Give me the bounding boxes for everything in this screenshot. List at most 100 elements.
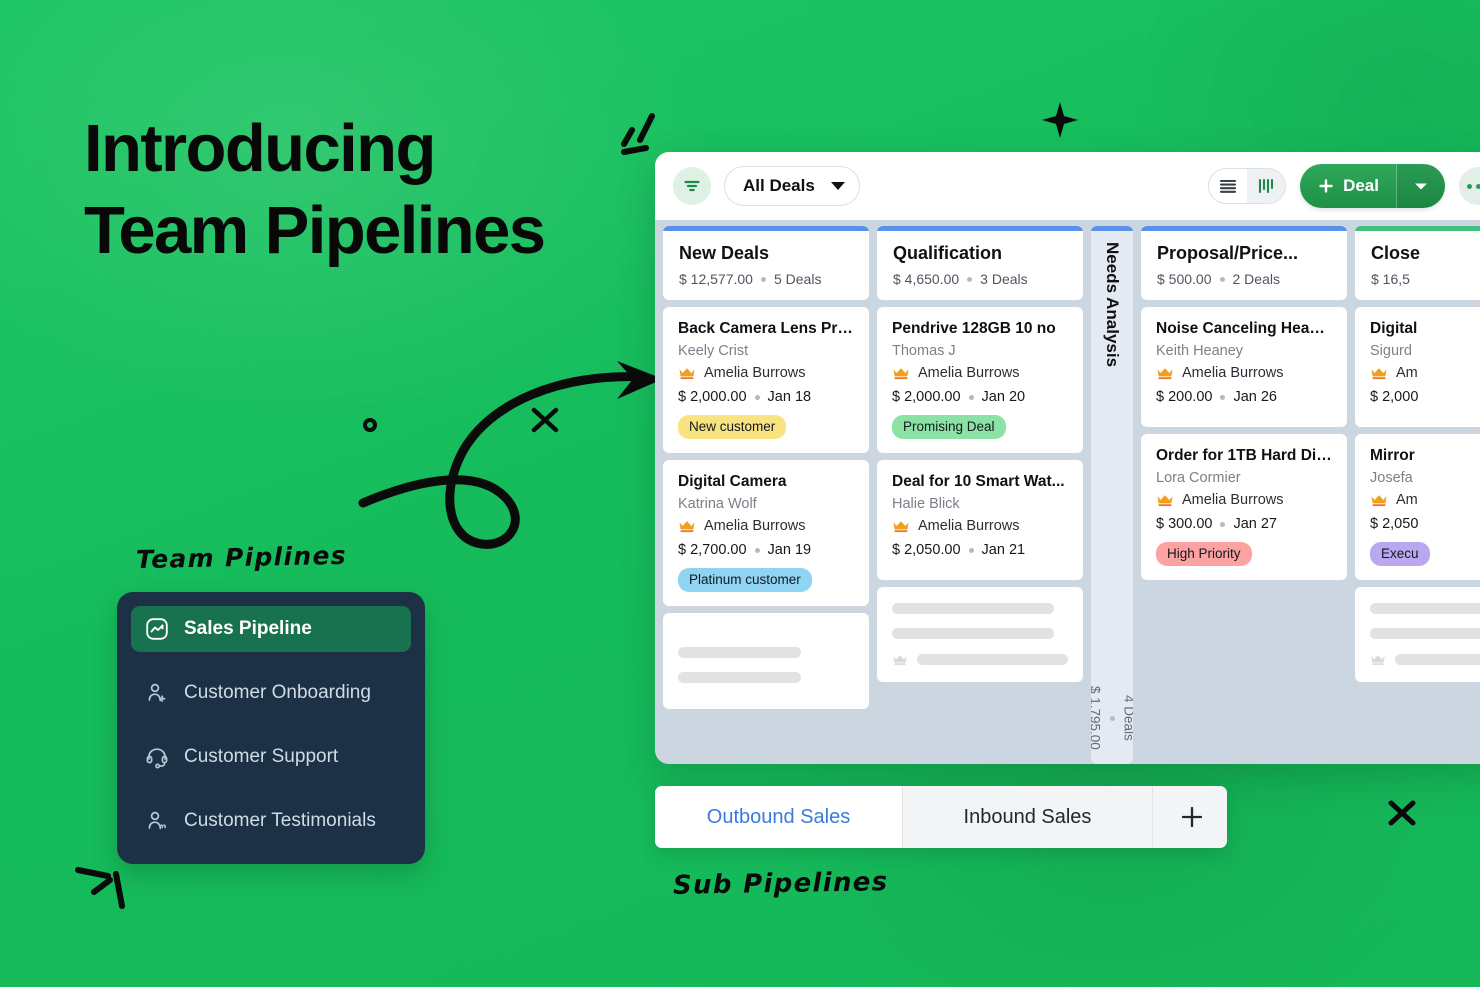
column-amount: $ 12,577.00 <box>679 271 753 287</box>
column-header[interactable]: New Deals $ 12,577.00 5 Deals <box>663 226 869 300</box>
user-quote-icon <box>144 808 170 834</box>
team-pipelines-sidebar: Sales Pipeline Customer Onboarding Custo… <box>117 592 425 864</box>
deal-amount-row: $ 2,700.00 Jan 19 <box>678 542 854 558</box>
annotation-team-pipelines: Team Piplines <box>136 541 347 574</box>
deal-card[interactable]: Digital Sigurd Am $ 2,000 <box>1355 307 1480 427</box>
separator-dot <box>761 277 766 282</box>
tab-label: Outbound Sales <box>707 806 850 829</box>
toolbar-actions: Deal <box>1208 164 1480 208</box>
deal-owner: Amelia Burrows <box>892 518 1068 534</box>
add-deal-main[interactable]: Deal <box>1300 164 1396 208</box>
deal-card-placeholder <box>663 613 869 709</box>
separator-dot <box>1220 277 1225 282</box>
skeleton-line <box>917 654 1068 665</box>
column-title: Proposal/Price... <box>1157 243 1331 264</box>
board-toolbar: All Deals <box>655 152 1480 220</box>
kanban-view-icon <box>1257 178 1275 194</box>
add-deal-button[interactable]: Deal <box>1300 164 1445 208</box>
column-cards: Back Camera Lens Pro... Keely Crist Amel… <box>663 307 869 709</box>
skeleton-line <box>678 647 801 658</box>
deal-card[interactable]: Back Camera Lens Pro... Keely Crist Amel… <box>663 307 869 453</box>
deal-contact: Keith Heaney <box>1156 343 1332 359</box>
add-sub-pipeline-button[interactable] <box>1153 786 1227 848</box>
crown-icon <box>1156 493 1174 507</box>
tab-inbound-sales[interactable]: Inbound Sales <box>903 786 1153 848</box>
deal-owner: Amelia Burrows <box>1156 365 1332 381</box>
tab-outbound-sales[interactable]: Outbound Sales <box>655 786 903 848</box>
view-mode-toggle[interactable] <box>1208 168 1286 204</box>
deal-card[interactable]: Pendrive 128GB 10 no Thomas J Amelia Bur… <box>877 307 1083 453</box>
column-header[interactable]: Qualification $ 4,650.00 3 Deals <box>877 226 1083 300</box>
deal-owner: Am <box>1370 365 1480 381</box>
deal-owner-name: Amelia Burrows <box>704 518 806 534</box>
deal-amount-row: $ 2,000 <box>1370 389 1480 405</box>
board-column-needs-analysis-collapsed[interactable]: Needs Analysis $ 1,795.00 4 Deals <box>1091 226 1133 764</box>
deal-owner: Amelia Burrows <box>678 365 854 381</box>
ellipsis-icon <box>1467 184 1480 189</box>
separator-dot <box>969 395 974 400</box>
skeleton-line <box>892 628 1054 639</box>
deal-owner: Amelia Burrows <box>1156 492 1332 508</box>
sub-pipelines-tabbar: Outbound Sales Inbound Sales <box>655 786 1227 848</box>
deal-owner-name: Amelia Burrows <box>1182 492 1284 508</box>
column-title: Close <box>1371 243 1480 264</box>
sidebar-item-customer-testimonials[interactable]: Customer Testimonials <box>131 798 411 844</box>
deal-amount: $ 300.00 <box>1156 516 1212 532</box>
kanban-view-button[interactable] <box>1247 169 1285 203</box>
column-summary: $ 12,577.00 5 Deals <box>679 271 853 287</box>
headline-line-1: Introducing <box>84 111 435 186</box>
sidebar-item-sales-pipeline[interactable]: Sales Pipeline <box>131 606 411 652</box>
deal-owner: Am <box>1370 492 1480 508</box>
more-options-button[interactable] <box>1459 167 1480 205</box>
deal-owner-name: Amelia Burrows <box>704 365 806 381</box>
skeleton-row <box>892 653 1068 666</box>
add-deal-dropdown-button[interactable] <box>1397 164 1445 208</box>
column-header[interactable]: Proposal/Price... $ 500.00 2 Deals <box>1141 226 1347 300</box>
deal-title: Order for 1TB Hard Disk <box>1156 447 1332 465</box>
deal-contact: Katrina Wolf <box>678 496 854 512</box>
separator-dot <box>1110 716 1115 721</box>
doodle-cross-bottom-right <box>1382 792 1422 834</box>
deal-card[interactable]: Mirror Josefa Am $ 2,050 Execu <box>1355 434 1480 580</box>
deal-contact: Sigurd <box>1370 343 1480 359</box>
deal-amount: $ 2,000.00 <box>892 389 961 405</box>
crown-icon <box>892 519 910 533</box>
sidebar-item-customer-support[interactable]: Customer Support <box>131 734 411 780</box>
list-view-button[interactable] <box>1209 169 1247 203</box>
kanban-board[interactable]: New Deals $ 12,577.00 5 Deals Back Camer… <box>655 220 1480 764</box>
deal-amount-row: $ 2,000.00 Jan 18 <box>678 389 854 405</box>
deal-amount: $ 2,050 <box>1370 516 1418 532</box>
page-title: Introducing Team Pipelines <box>84 108 544 271</box>
tab-label: Inbound Sales <box>964 806 1092 829</box>
deal-card[interactable]: Digital Camera Katrina Wolf Amelia Burro… <box>663 460 869 606</box>
deal-card[interactable]: Noise Canceling Headp... Keith Heaney Am… <box>1141 307 1347 427</box>
chevron-down-icon <box>1414 182 1428 191</box>
crown-icon <box>678 519 696 533</box>
deal-title: Digital Camera <box>678 473 854 491</box>
deal-owner-name: Am <box>1396 492 1418 508</box>
sidebar-item-customer-onboarding[interactable]: Customer Onboarding <box>131 670 411 716</box>
doodle-spark-bottom-left <box>70 858 140 918</box>
crown-icon <box>1370 493 1388 507</box>
deal-title: Mirror <box>1370 447 1480 465</box>
deal-card[interactable]: Order for 1TB Hard Disk Lora Cormier Ame… <box>1141 434 1347 580</box>
skeleton-line <box>1370 628 1480 639</box>
crown-icon <box>892 653 908 666</box>
sidebar-item-label: Customer Onboarding <box>184 682 371 704</box>
skeleton-row <box>1370 653 1480 666</box>
filter-button[interactable] <box>673 167 711 205</box>
deals-filter-dropdown[interactable]: All Deals <box>724 166 860 206</box>
deal-owner: Amelia Burrows <box>892 365 1068 381</box>
status-badge: Promising Deal <box>892 415 1006 439</box>
separator-dot <box>1220 395 1225 400</box>
column-amount: $ 4,650.00 <box>893 271 959 287</box>
deal-card[interactable]: Deal for 10 Smart Wat... Halie Blick Ame… <box>877 460 1083 580</box>
column-header[interactable]: Close $ 16,5 <box>1355 226 1480 300</box>
deal-amount-row: $ 2,050.00 Jan 21 <box>892 542 1068 558</box>
column-deal-count: 2 Deals <box>1233 271 1280 287</box>
deal-title: Back Camera Lens Pro... <box>678 320 854 338</box>
annotation-sub-pipelines: Sub Pipelines <box>673 867 889 901</box>
doodle-dot <box>360 415 380 435</box>
deal-amount-row: $ 2,050 <box>1370 516 1480 532</box>
crm-app-window: All Deals <box>655 152 1480 764</box>
